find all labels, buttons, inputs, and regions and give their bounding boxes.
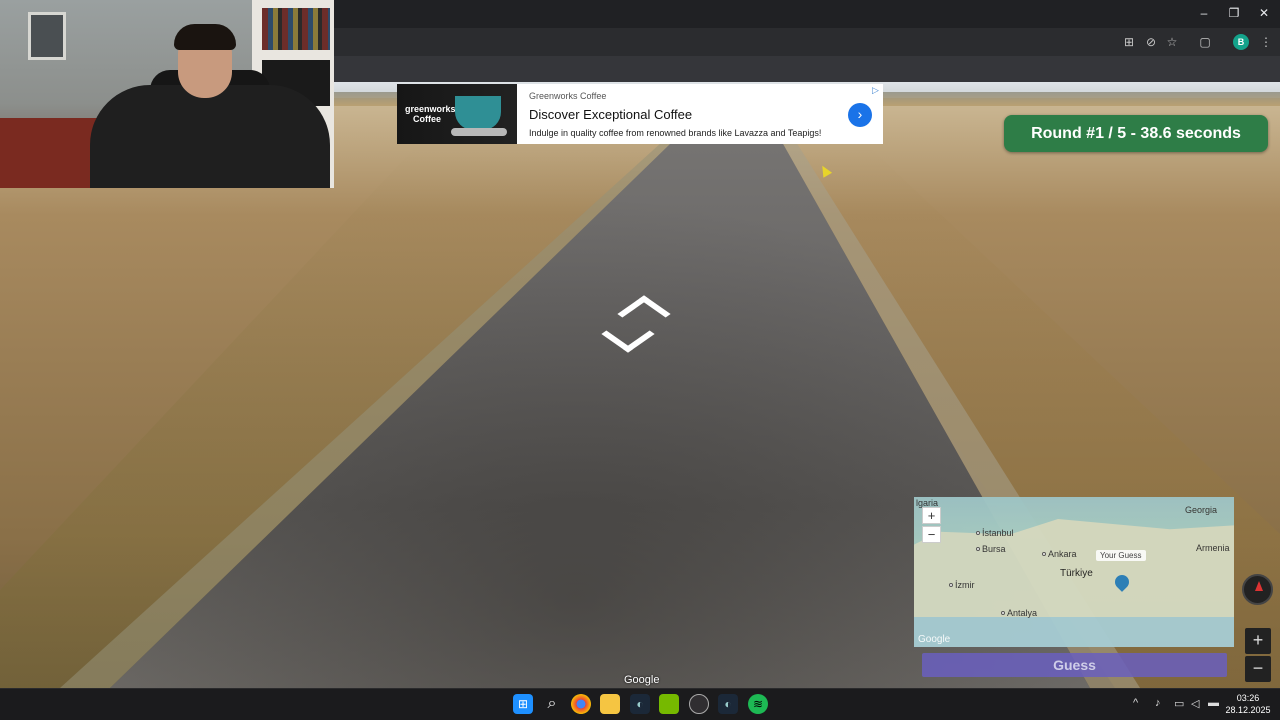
map-label: İstanbul	[982, 528, 1014, 538]
streetview-zoom-in-button[interactable]: +	[1245, 628, 1271, 654]
ad-logo: greenworks Coffee	[405, 104, 456, 124]
ad-title[interactable]: Discover Exceptional Coffee	[529, 107, 692, 122]
ad-image: greenworks Coffee	[397, 84, 517, 144]
eye-off-icon[interactable]: ⊘	[1142, 33, 1160, 51]
tray-chevron-icon[interactable]: ^	[1133, 697, 1138, 709]
adchoices-icon[interactable]: ▷	[872, 85, 879, 96]
city-dot	[1001, 611, 1005, 615]
system-clock[interactable]: 03:26 28.12.2025	[1222, 692, 1274, 716]
steam-icon-2[interactable]: ◐	[718, 694, 738, 714]
streetview-zoom-out-button[interactable]: −	[1245, 656, 1271, 682]
translate-icon[interactable]: ⊞	[1120, 33, 1138, 51]
close-button[interactable]: ✕	[1253, 4, 1275, 22]
city-dot	[976, 547, 980, 551]
streamer-headset	[174, 24, 236, 50]
books	[262, 8, 330, 50]
minimize-button[interactable]: –	[1193, 4, 1215, 22]
profile-avatar[interactable]: B	[1233, 34, 1249, 50]
webcam-overlay	[0, 0, 334, 188]
clock-time: 03:26	[1236, 693, 1260, 703]
desk	[0, 118, 100, 188]
map-zoom-in-button[interactable]: +	[922, 507, 941, 524]
map-label: Georgia	[1185, 505, 1218, 515]
screen: – ❐ ✕ ⊞ ⊘ ☆ ▢ B ⋮ Google greenworks Coff…	[0, 0, 1280, 720]
ad-description: Indulge in quality coffee from renowned …	[529, 128, 822, 138]
nvidia-icon[interactable]	[659, 694, 679, 714]
extensions-icon[interactable]: ▢	[1196, 33, 1214, 51]
map-label: İzmir	[955, 580, 975, 590]
compass-needle	[1255, 581, 1263, 591]
network-icon[interactable]: ▭	[1174, 697, 1184, 710]
volume-icon[interactable]: ◁	[1191, 697, 1199, 710]
coffee-ad-banner[interactable]: greenworks Coffee Greenworks Coffee Disc…	[397, 84, 883, 144]
guess-minimap[interactable]: lgaria Georgia İstanbul Bursa Ankara Arm…	[914, 497, 1234, 647]
map-label: Ankara	[1048, 549, 1077, 559]
spotify-icon[interactable]: ≋	[748, 694, 768, 714]
map-label-country: Türkiye	[1060, 568, 1093, 579]
wall-picture	[28, 12, 66, 60]
guess-button[interactable]: Guess	[922, 653, 1227, 677]
clock-date: 28.12.2025	[1225, 705, 1271, 715]
city-dot	[976, 531, 980, 535]
more-icon[interactable]: ⋮	[1257, 33, 1275, 51]
search-icon[interactable]: ⌕	[542, 694, 562, 714]
chrome-icon[interactable]	[571, 694, 591, 714]
map-google-logo: Google	[918, 634, 951, 645]
obs-icon[interactable]	[689, 694, 709, 714]
star-icon[interactable]: ☆	[1163, 33, 1181, 51]
map-label: Bursa	[982, 544, 1006, 554]
cup-saucer	[451, 128, 507, 136]
microphone-icon[interactable]: ♪	[1155, 697, 1161, 709]
ad-brand: Greenworks Coffee	[529, 91, 607, 101]
map-sea	[914, 617, 1234, 647]
steam-icon[interactable]: ◐	[630, 694, 650, 714]
file-explorer-icon[interactable]	[600, 694, 620, 714]
map-label: Antalya	[1007, 608, 1038, 618]
windows-start-icon[interactable]: ⊞	[513, 694, 533, 714]
restore-button[interactable]: ❐	[1223, 4, 1245, 22]
round-status-badge: Round #1 / 5 - 38.6 seconds	[1004, 115, 1268, 152]
city-dot	[949, 583, 953, 587]
coffee-cup-icon	[455, 96, 501, 130]
map-label: Armenia	[1196, 543, 1230, 553]
compass-icon[interactable]	[1242, 574, 1273, 605]
city-dot	[1042, 552, 1046, 556]
ad-open-button[interactable]: ›	[848, 103, 872, 127]
streamer-body	[90, 85, 330, 188]
your-guess-tooltip: Your Guess	[1096, 550, 1146, 561]
map-zoom-out-button[interactable]: −	[922, 526, 941, 543]
google-watermark: Google	[624, 674, 660, 686]
battery-icon[interactable]: ▬	[1208, 697, 1219, 709]
